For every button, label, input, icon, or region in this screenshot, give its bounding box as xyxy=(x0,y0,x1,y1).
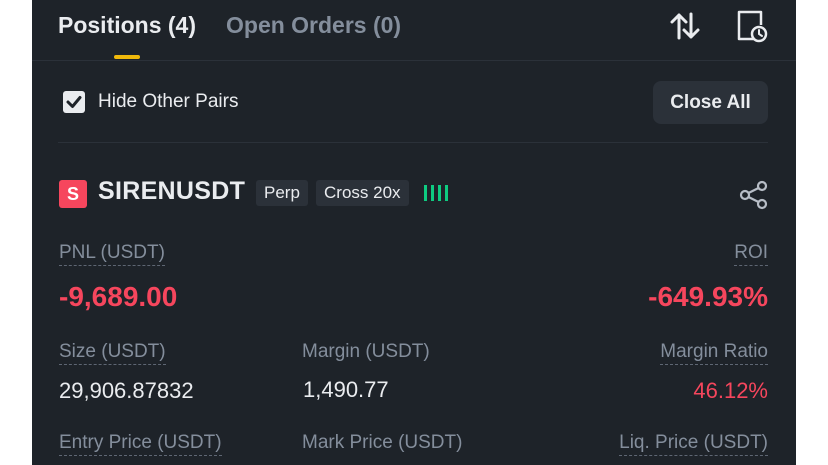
document-clock-icon[interactable] xyxy=(734,9,768,43)
pnl-value: -9,689.00 xyxy=(59,281,178,312)
margin-ratio-label[interactable]: Margin Ratio xyxy=(660,341,768,365)
entry-price-label[interactable]: Entry Price (USDT) xyxy=(59,432,222,456)
hide-other-pairs-checkbox[interactable] xyxy=(63,91,85,113)
margin-label: Margin (USDT) xyxy=(302,341,430,362)
active-tab-indicator xyxy=(114,55,140,59)
header-divider xyxy=(32,60,796,61)
roi-value: -649.93% xyxy=(648,281,768,312)
margin-value: 1,490.77 xyxy=(303,377,389,402)
liq-price-label[interactable]: Liq. Price (USDT) xyxy=(619,432,768,456)
size-value: 29,906.87832 xyxy=(59,378,194,403)
hide-other-pairs-label[interactable]: Hide Other Pairs xyxy=(98,91,238,113)
contract-type-tag: Perp xyxy=(256,180,308,206)
section-divider xyxy=(58,142,768,143)
margin-ratio-value: 46.12% xyxy=(693,378,768,403)
positions-panel: Positions (4) Open Orders (0) Hide Other… xyxy=(32,0,796,465)
margin-mode-tag[interactable]: Cross 20x xyxy=(316,180,409,206)
size-label[interactable]: Size (USDT) xyxy=(59,341,166,365)
share-icon[interactable] xyxy=(738,179,770,211)
check-icon xyxy=(66,96,82,108)
roi-label[interactable]: ROI xyxy=(734,242,768,266)
close-all-button[interactable]: Close All xyxy=(653,81,768,124)
short-side-badge: S xyxy=(59,180,87,208)
sort-arrows-icon[interactable] xyxy=(668,9,702,43)
signal-bars-icon xyxy=(422,182,448,204)
mark-price-label: Mark Price (USDT) xyxy=(302,432,463,453)
position-symbol[interactable]: SIRENUSDT xyxy=(98,177,245,206)
tab-open-orders[interactable]: Open Orders (0) xyxy=(226,12,401,39)
tab-positions[interactable]: Positions (4) xyxy=(58,12,196,39)
pnl-label[interactable]: PNL (USDT) xyxy=(59,242,165,266)
